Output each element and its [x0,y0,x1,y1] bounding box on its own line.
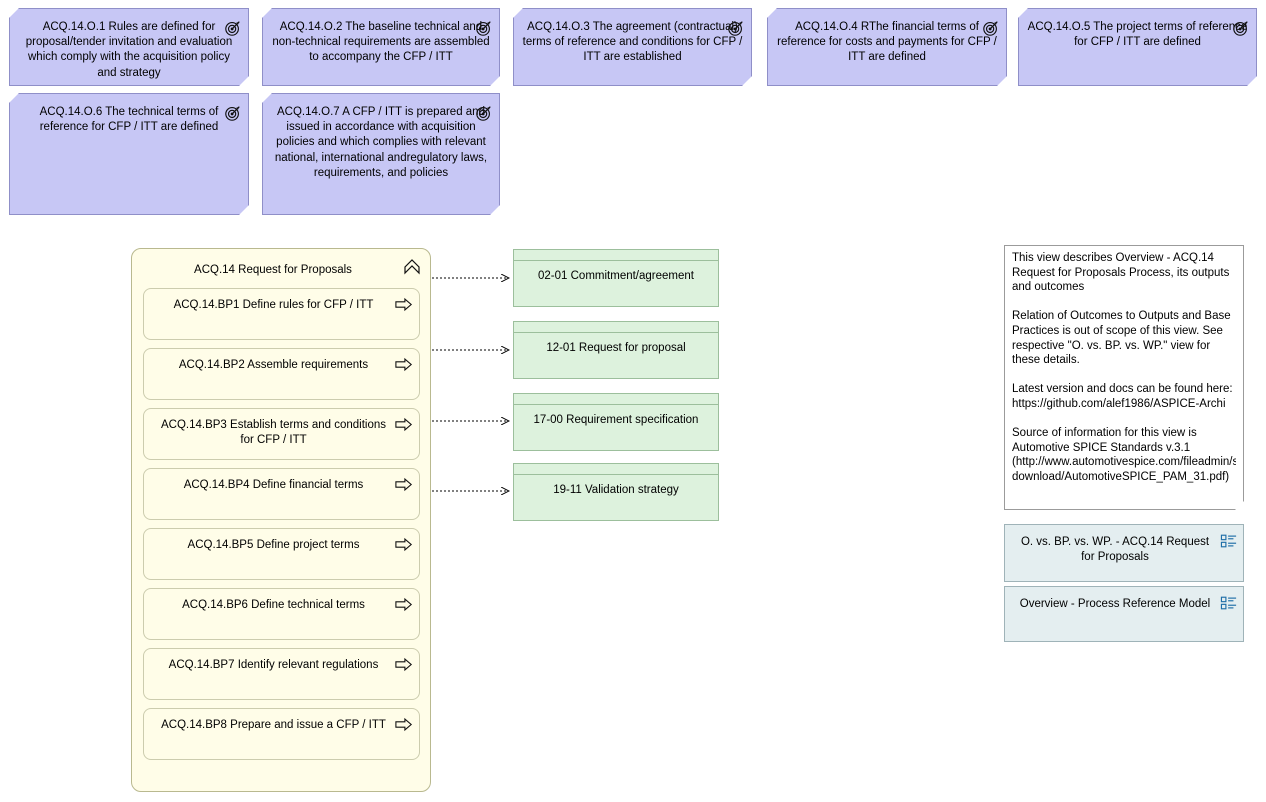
base-practice-BP2[interactable]: ACQ.14.BP2 Assemble requirements [143,348,420,400]
process-arrow-icon [395,297,413,312]
process-arrow-icon [395,657,413,672]
outcome-box-O5[interactable]: ACQ.14.O.5 The project terms of referenc… [1018,8,1257,86]
deliverable-band [514,322,718,333]
base-practice-label: ACQ.14.BP6 Define technical terms [182,599,365,611]
process-arrow-icon [395,537,413,552]
deliverable-band [514,464,718,475]
diagram-canvas: ACQ.14.O.1 Rules are defined for proposa… [0,0,1266,802]
process-arrow-icon [395,477,413,492]
outcome-target-icon [224,19,242,37]
outcome-target-icon [224,104,242,122]
work-product-label: 19-11 Validation strategy [553,484,679,496]
deliverable-band [514,394,718,405]
base-practice-label: ACQ.14.BP2 Assemble requirements [178,359,369,371]
outcome-target-icon [982,19,1000,37]
outcome-label: ACQ.14.O.1 Rules are defined for proposa… [25,21,233,79]
work-product-WP4[interactable]: 19-11 Validation strategy [513,463,719,521]
base-practice-label: ACQ.14.BP5 Define project terms [187,539,360,551]
base-practice-label: ACQ.14.BP4 Define financial terms [183,479,364,491]
process-arrow-icon [395,357,413,372]
outcome-box-O6[interactable]: ACQ.14.O.6 The technical terms of refere… [9,93,249,215]
work-product-label: 02-01 Commitment/agreement [538,270,694,282]
process-arrow-icon [395,597,413,612]
outcome-box-O1[interactable]: ACQ.14.O.1 Rules are defined for proposa… [9,8,249,86]
outcome-label: ACQ.14.O.5 The project terms of referenc… [1027,21,1248,49]
process-chevron-icon [404,259,420,275]
outcome-label: ACQ.14.O.6 The technical terms of refere… [39,106,219,134]
outcome-label: ACQ.14.O.7 A CFP / ITT is prepared and i… [274,106,488,179]
process-arrow-icon [395,417,413,432]
outcome-label: ACQ.14.O.2 The baseline technical and no… [272,21,490,64]
base-practice-BP8[interactable]: ACQ.14.BP8 Prepare and issue a CFP / ITT [143,708,420,760]
work-product-label: 17-00 Requirement specification [533,414,699,426]
work-product-WP2[interactable]: 12-01 Request for proposal [513,321,719,379]
deliverable-band [514,250,718,261]
outcome-label: ACQ.14.O.4 RThe financial terms of refer… [777,21,997,64]
view-reference-label: O. vs. BP. vs. WP. - ACQ.14 Request for … [1020,536,1210,563]
base-practice-label: ACQ.14.BP3 Establish terms and condition… [160,419,386,446]
outcome-target-icon [1232,19,1250,37]
base-practice-BP3[interactable]: ACQ.14.BP3 Establish terms and condition… [143,408,420,460]
base-practice-label: ACQ.14.BP7 Identify relevant regulations [168,659,379,671]
process-arrow-icon [395,717,413,732]
note-text: This view describes Overview - ACQ.14 Re… [1012,252,1236,483]
base-practice-label: ACQ.14.BP1 Define rules for CFP / ITT [173,299,374,311]
work-product-WP3[interactable]: 17-00 Requirement specification [513,393,719,451]
outcome-box-O3[interactable]: ACQ.14.O.3 The agreement (contractual) t… [513,8,752,86]
base-practice-label: ACQ.14.BP8 Prepare and issue a CFP / ITT [161,719,386,731]
base-practice-BP5[interactable]: ACQ.14.BP5 Define project terms [143,528,420,580]
outcome-box-O4[interactable]: ACQ.14.O.4 RThe financial terms of refer… [767,8,1007,86]
base-practice-BP6[interactable]: ACQ.14.BP6 Define technical terms [143,588,420,640]
outcome-label: ACQ.14.O.3 The agreement (contractual) t… [522,21,743,64]
outcome-target-icon [475,104,493,122]
outcome-target-icon [727,19,745,37]
view-list-icon [1220,596,1237,610]
outcome-target-icon [475,19,493,37]
diagram-note[interactable]: This view describes Overview - ACQ.14 Re… [1004,245,1244,510]
work-product-label: 12-01 Request for proposal [546,342,686,354]
outcome-box-O7[interactable]: ACQ.14.O.7 A CFP / ITT is prepared and i… [262,93,500,215]
base-practice-BP4[interactable]: ACQ.14.BP4 Define financial terms [143,468,420,520]
view-reference-label: Overview - Process Reference Model [1019,598,1211,610]
base-practice-BP1[interactable]: ACQ.14.BP1 Define rules for CFP / ITT [143,288,420,340]
view-list-icon [1220,534,1237,548]
process-title: ACQ.14 Request for Proposals [194,264,352,276]
base-practice-BP7[interactable]: ACQ.14.BP7 Identify relevant regulations [143,648,420,700]
outcome-box-O2[interactable]: ACQ.14.O.2 The baseline technical and no… [262,8,500,86]
work-product-WP1[interactable]: 02-01 Commitment/agreement [513,249,719,307]
view-reference-VR2[interactable]: Overview - Process Reference Model [1004,586,1244,642]
view-reference-VR1[interactable]: O. vs. BP. vs. WP. - ACQ.14 Request for … [1004,524,1244,582]
